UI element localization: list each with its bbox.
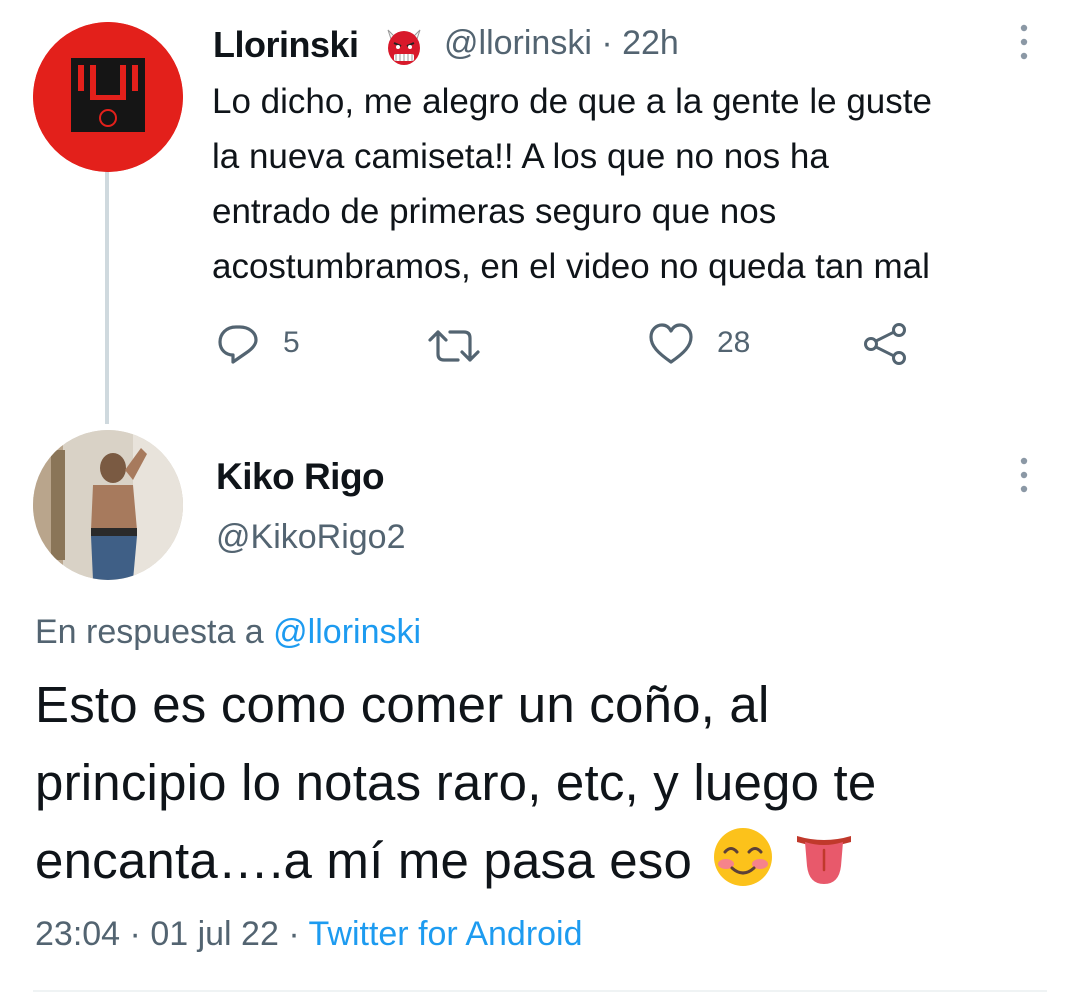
llorinski-logo-icon bbox=[33, 22, 183, 172]
more-options-icon[interactable] bbox=[1016, 22, 1032, 62]
reply-count: 5 bbox=[283, 326, 300, 359]
author-handle[interactable]: @llorinski · 22h bbox=[444, 24, 679, 63]
tongue-icon bbox=[796, 836, 851, 884]
tweet-time[interactable]: 22h bbox=[622, 24, 679, 62]
reply-button[interactable] bbox=[216, 322, 260, 371]
smiling-face-with-smiling-eyes-icon bbox=[714, 828, 773, 886]
retweet-button[interactable] bbox=[428, 326, 480, 371]
author-handle[interactable]: @KikoRigo2 bbox=[216, 518, 406, 557]
profile-photo bbox=[33, 430, 183, 580]
reply-icon bbox=[218, 325, 258, 364]
tweet-text-line: la nueva camiseta!! A los que no nos ha bbox=[212, 137, 829, 176]
heart-icon bbox=[649, 323, 693, 364]
dot-separator: · bbox=[129, 915, 141, 953]
tweet-date[interactable]: 01 jul 22 bbox=[150, 915, 279, 953]
dot-separator: · bbox=[601, 24, 613, 62]
dot-separator: · bbox=[288, 915, 300, 953]
share-button[interactable] bbox=[862, 322, 908, 371]
share-icon bbox=[864, 323, 906, 365]
tweet-text-line: entrado de primeras seguro que nos bbox=[212, 192, 777, 231]
tweet-source-link[interactable]: Twitter for Android bbox=[309, 915, 583, 953]
tweet-text: Esto es como comer un coño, al principio… bbox=[35, 666, 876, 900]
author-name[interactable]: Llorinski bbox=[213, 24, 359, 66]
more-options-icon[interactable] bbox=[1016, 455, 1032, 495]
thread-connector-line bbox=[105, 172, 109, 424]
tweet-text-last-line: encanta….a mí me pasa eso bbox=[35, 822, 876, 900]
tweet-meta: 23:04 · 01 jul 22 · Twitter for Android bbox=[35, 915, 583, 954]
avatar-llorinski[interactable] bbox=[33, 22, 183, 172]
tweet-text-line: Lo dicho, me alegro de que a la gente le… bbox=[212, 82, 932, 121]
author-name[interactable]: Kiko Rigo bbox=[216, 456, 385, 498]
tweet-text-line: principio lo notas raro, etc, y luego te bbox=[35, 754, 877, 811]
reply-mention-link[interactable]: @llorinski bbox=[273, 613, 421, 651]
divider bbox=[33, 990, 1047, 992]
ogre-emoji-icon bbox=[387, 29, 421, 65]
reply-prefix: En respuesta a bbox=[35, 613, 264, 651]
tweet-text-line: Esto es como comer un coño, al bbox=[35, 676, 770, 733]
tweet-text-line: acostumbramos, en el video no queda tan … bbox=[212, 247, 930, 286]
tweet-text: Lo dicho, me alegro de que a la gente le… bbox=[212, 74, 932, 294]
like-count: 28 bbox=[717, 326, 751, 359]
reply-context: En respuesta a @llorinski bbox=[35, 613, 421, 652]
tweet-timestamp[interactable]: 23:04 bbox=[35, 915, 120, 953]
avatar-kikorigo[interactable] bbox=[33, 430, 183, 580]
like-button[interactable] bbox=[648, 322, 694, 371]
retweet-icon bbox=[428, 330, 480, 362]
tweet-text-line: encanta….a mí me pasa eso bbox=[35, 832, 693, 889]
